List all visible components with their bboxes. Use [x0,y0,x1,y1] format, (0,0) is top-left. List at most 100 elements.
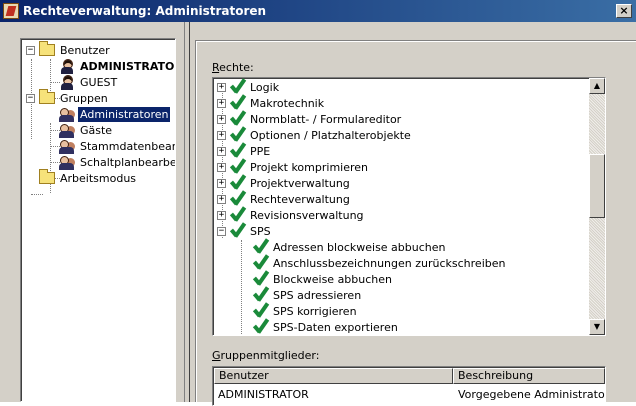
tree-node-group-schaltplanbearbeiter[interactable]: Schaltplanbearbeiter [59,154,175,170]
expand-icon[interactable]: + [217,178,226,188]
tree-label: Gruppen [60,91,108,105]
right-label: Revisionsverwaltung [250,208,364,222]
group-icon [59,154,75,170]
scroll-up-button[interactable]: ▲ [589,78,605,94]
right-item-logik[interactable]: + Logik [217,79,279,95]
tree-label: GUEST [80,75,118,89]
user-icon [59,74,75,90]
tree-node-workmode-folder[interactable]: Arbeitsmodus [39,169,138,186]
user-group-tree[interactable]: − Benutzer ADMINISTRATOR GUEST − Gruppen… [20,38,176,402]
right-label: Logik [250,80,280,94]
right-label: SPS adressieren [273,288,362,302]
tree-label: Benutzer [60,43,110,57]
rights-label: Rechte: [212,61,254,74]
window-title: Rechteverwaltung: Administratoren [23,4,267,18]
check-icon[interactable] [230,95,246,111]
check-icon[interactable] [253,255,269,271]
right-item-sps[interactable]: − SPS [217,223,271,239]
check-icon[interactable] [230,143,246,159]
right-item-revisionsverwaltung[interactable]: + Revisionsverwaltung [217,207,364,223]
rights-tree[interactable]: + Logik + Makrotechnik + Normblatt- / Fo… [212,77,606,336]
scroll-down-button[interactable]: ▼ [589,319,605,335]
check-icon[interactable] [230,127,246,143]
expand-icon[interactable]: + [217,146,226,156]
members-table[interactable]: Benutzer Beschreibung ADMINISTRATOR Vorg… [212,366,606,406]
right-label: Blockweise abbuchen [273,272,393,286]
check-icon[interactable] [230,223,246,239]
collapse-icon[interactable]: − [217,226,226,236]
right-item-projektverwaltung[interactable]: + Projektverwaltung [217,175,350,191]
check-icon[interactable] [253,239,269,255]
app-icon [3,3,19,19]
collapse-icon[interactable]: − [26,93,35,103]
right-subitem-sps-adressieren[interactable]: SPS adressieren [253,287,361,303]
check-icon[interactable] [230,79,246,95]
right-label: Optionen / Platzhalterobjekte [250,128,411,142]
right-item-projekt-komprimieren[interactable]: + Projekt komprimieren [217,159,368,175]
right-label: Projekt komprimieren [250,160,368,174]
check-icon[interactable] [230,111,246,127]
right-label: SPS [250,224,271,238]
right-subitem-blockweise-abbuchen[interactable]: Blockweise abbuchen [253,271,392,287]
check-icon[interactable] [253,319,269,335]
title-bar: Rechteverwaltung: Administratoren × [0,0,636,22]
group-icon [59,122,75,138]
check-icon[interactable] [253,303,269,319]
right-label: SPS korrigieren [273,304,357,318]
right-item-makrotechnik[interactable]: + Makrotechnik [217,95,324,111]
tree-guide-line [31,194,43,195]
expand-icon[interactable]: + [217,210,226,220]
tree-label: ADMINISTRATOR [80,59,176,73]
tree-node-user-guest[interactable]: GUEST [59,74,119,90]
tree-node-user-administrator[interactable]: ADMINISTRATOR [59,58,176,74]
right-item-optionen[interactable]: + Optionen / Platzhalterobjekte [217,127,411,143]
members-label: Gruppenmitglieder: [212,349,320,362]
rights-scrollbar[interactable]: ▲ ▼ [589,78,605,335]
column-header-beschreibung[interactable]: Beschreibung [453,368,605,384]
group-icon [59,106,75,122]
right-label: Rechteverwaltung [250,192,350,206]
group-icon [59,138,75,154]
member-cell-description[interactable]: Vorgegebene Administratorrechte [453,387,605,403]
check-icon[interactable] [230,207,246,223]
right-subitem-anschlussbezeichnungen[interactable]: Anschlussbezeichnungen zurückschreiben [253,255,505,271]
expand-icon[interactable]: + [217,114,226,124]
right-item-ppe[interactable]: + PPE [217,143,270,159]
right-subitem-sps-daten-exportieren[interactable]: SPS-Daten exportieren [253,319,398,335]
tree-node-group-stammdatenbearbeiter[interactable]: Stammdatenbearbeiter [59,138,176,154]
check-icon[interactable] [230,159,246,175]
tree-node-users-folder[interactable]: − Benutzer [26,41,112,58]
close-button[interactable]: × [616,4,632,18]
expand-icon[interactable]: + [217,162,226,172]
expand-icon[interactable]: + [217,98,226,108]
check-icon[interactable] [230,175,246,191]
tree-guide-line [241,240,242,335]
collapse-icon[interactable]: − [26,45,35,55]
right-item-normblatt[interactable]: + Normblatt- / Formulareditor [217,111,401,127]
right-item-rechteverwaltung[interactable]: + Rechteverwaltung [217,191,350,207]
right-subitem-sps-korrigieren[interactable]: SPS korrigieren [253,303,357,319]
expand-icon[interactable]: + [217,194,226,204]
check-icon[interactable] [230,191,246,207]
right-label: Projektverwaltung [250,176,350,190]
folder-open-icon [39,89,55,104]
check-icon[interactable] [253,287,269,303]
column-header-benutzer[interactable]: Benutzer [214,368,453,384]
right-label: PPE [250,144,271,158]
right-label: SPS-Daten exportieren [273,320,398,334]
right-panel: Rechte: + Logik + Makrotechnik + Normbla… [190,22,636,406]
tree-node-group-administratoren[interactable]: Administratoren [59,106,171,122]
tree-label: Arbeitsmodus [60,171,137,185]
right-subitem-adressen-blockweise[interactable]: Adressen blockweise abbuchen [253,239,446,255]
tree-node-groups-folder[interactable]: − Gruppen [26,89,110,106]
tree-node-group-gaeste[interactable]: Gäste [59,122,114,138]
user-icon [59,58,75,74]
member-cell-user[interactable]: ADMINISTRATOR [213,387,453,403]
right-label: Anschlussbezeichnungen zurückschreiben [273,256,506,270]
left-panel: − Benutzer ADMINISTRATOR GUEST − Gruppen… [0,22,184,402]
expand-icon[interactable]: + [217,82,226,92]
expand-icon[interactable]: + [217,130,226,140]
scroll-thumb[interactable] [589,154,605,218]
tree-label: Stammdatenbearbeiter [80,139,176,153]
check-icon[interactable] [253,271,269,287]
